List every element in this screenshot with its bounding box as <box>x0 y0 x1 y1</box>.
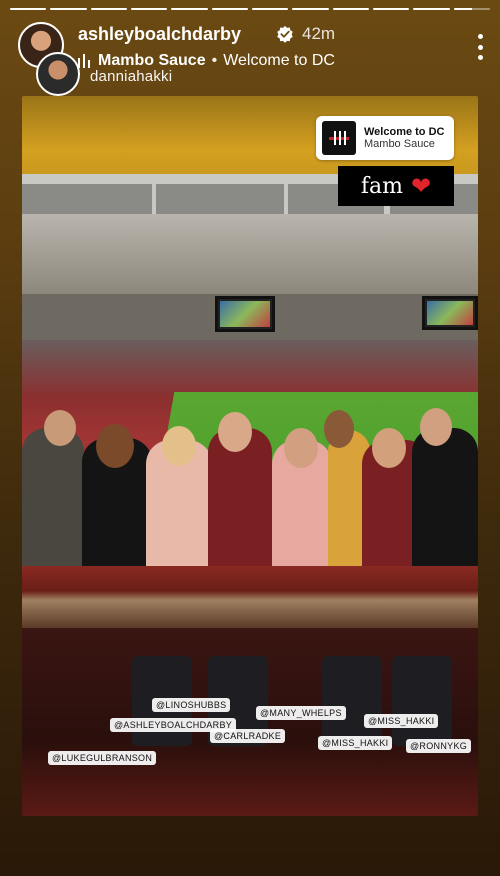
progress-segment <box>10 8 47 10</box>
story-header: ashleyboalchdarby 42m Mambo Sauce • Welc… <box>14 18 486 98</box>
user-tag[interactable]: @MISS_HAKKI <box>364 714 439 728</box>
sticker-artist: Mambo Sauce <box>364 138 435 150</box>
progress-segment <box>90 8 127 10</box>
beam <box>22 214 478 294</box>
post-time: 42m <box>302 24 336 43</box>
progress-segment-current <box>453 8 490 10</box>
caption-label: fam <box>360 173 403 199</box>
tv-monitor <box>215 296 275 332</box>
user-tag[interactable]: @MANY_WHELPS <box>256 706 346 720</box>
collab-username[interactable]: danniahakki <box>90 68 172 85</box>
progress-segment <box>372 8 410 10</box>
railing <box>22 566 478 628</box>
sticker-song-title: Welcome to DC <box>364 126 445 138</box>
progress-segment <box>292 8 329 10</box>
user-tag[interactable]: @CARLRADKE <box>210 729 286 743</box>
progress-segment <box>251 8 289 10</box>
progress-segment <box>50 8 87 10</box>
separator: • <box>211 52 218 69</box>
music-bars-icon <box>78 54 92 68</box>
username[interactable]: ashleyboalchdarby <box>78 24 241 45</box>
avatar-group[interactable] <box>18 22 84 96</box>
progress-segment <box>332 8 369 10</box>
progress-segment <box>211 8 248 10</box>
user-tag[interactable]: @LINOSHUBBS <box>152 698 231 712</box>
music-sticker[interactable]: Welcome to DC Mambo Sauce <box>316 116 454 160</box>
album-art <box>322 121 356 155</box>
user-tag[interactable]: @LUKEGULBRANSON <box>48 751 157 765</box>
verified-badge-icon <box>277 25 293 43</box>
group-photo <box>22 408 478 588</box>
story-progress-bar <box>10 8 490 10</box>
more-options-icon[interactable] <box>474 34 486 60</box>
progress-segment <box>171 8 208 10</box>
progress-segment <box>413 8 450 10</box>
user-tag[interactable]: @RONNYKG <box>406 739 472 753</box>
avatar[interactable] <box>36 52 80 96</box>
user-tag[interactable]: @MISS_HAKKI <box>318 736 393 750</box>
tv-monitor <box>422 296 478 330</box>
caption-text: fam ❤ <box>338 166 454 206</box>
heart-emoji-icon: ❤ <box>411 172 432 200</box>
progress-segment <box>130 8 168 10</box>
music-title: Welcome to DC <box>223 52 335 69</box>
